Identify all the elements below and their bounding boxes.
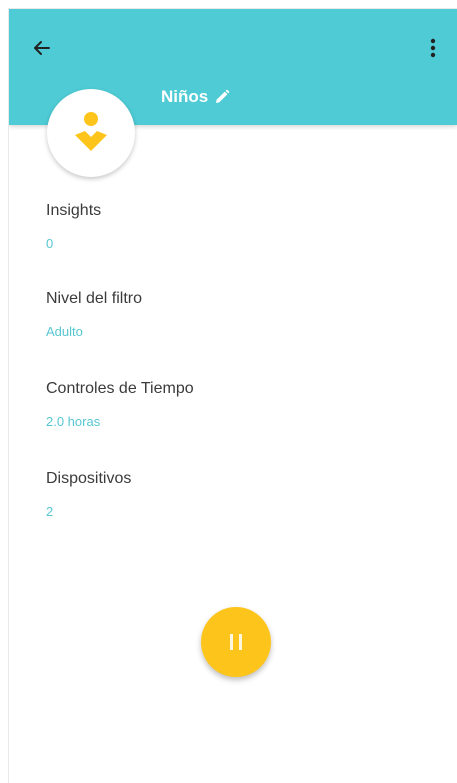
devices-label: Dispositivos [46, 470, 132, 487]
more-vertical-icon [430, 38, 436, 58]
filter-level-label: Nivel del filtro [46, 290, 143, 307]
time-controls-value: 2.0 horas [46, 414, 101, 429]
app-screen: Niños Insights 0 Nivel del filtro Adulto [8, 8, 457, 783]
avatar[interactable] [47, 89, 135, 177]
filter-level-section[interactable]: Nivel del filtro Adulto [46, 290, 142, 339]
pencil-icon [216, 89, 230, 103]
time-controls-section[interactable]: Controles de Tiempo 2.0 horas [46, 380, 194, 429]
profile-name: Niños [161, 87, 209, 106]
pause-button[interactable] [201, 607, 271, 677]
profile-name-edit[interactable]: Niños [161, 87, 230, 107]
arrow-left-icon [34, 41, 50, 55]
filter-level-value: Adulto [46, 324, 83, 339]
kid-profile-icon [75, 112, 107, 151]
overflow-menu-button[interactable] [423, 35, 443, 61]
devices-section[interactable]: Dispositivos 2 [46, 470, 131, 519]
insights-section[interactable]: Insights 0 [46, 202, 101, 251]
pause-icon [230, 634, 242, 650]
devices-value: 2 [46, 504, 54, 519]
back-button[interactable] [29, 35, 55, 61]
insights-label: Insights [46, 202, 102, 219]
time-controls-label: Controles de Tiempo [46, 380, 194, 397]
insights-value: 0 [46, 236, 54, 251]
